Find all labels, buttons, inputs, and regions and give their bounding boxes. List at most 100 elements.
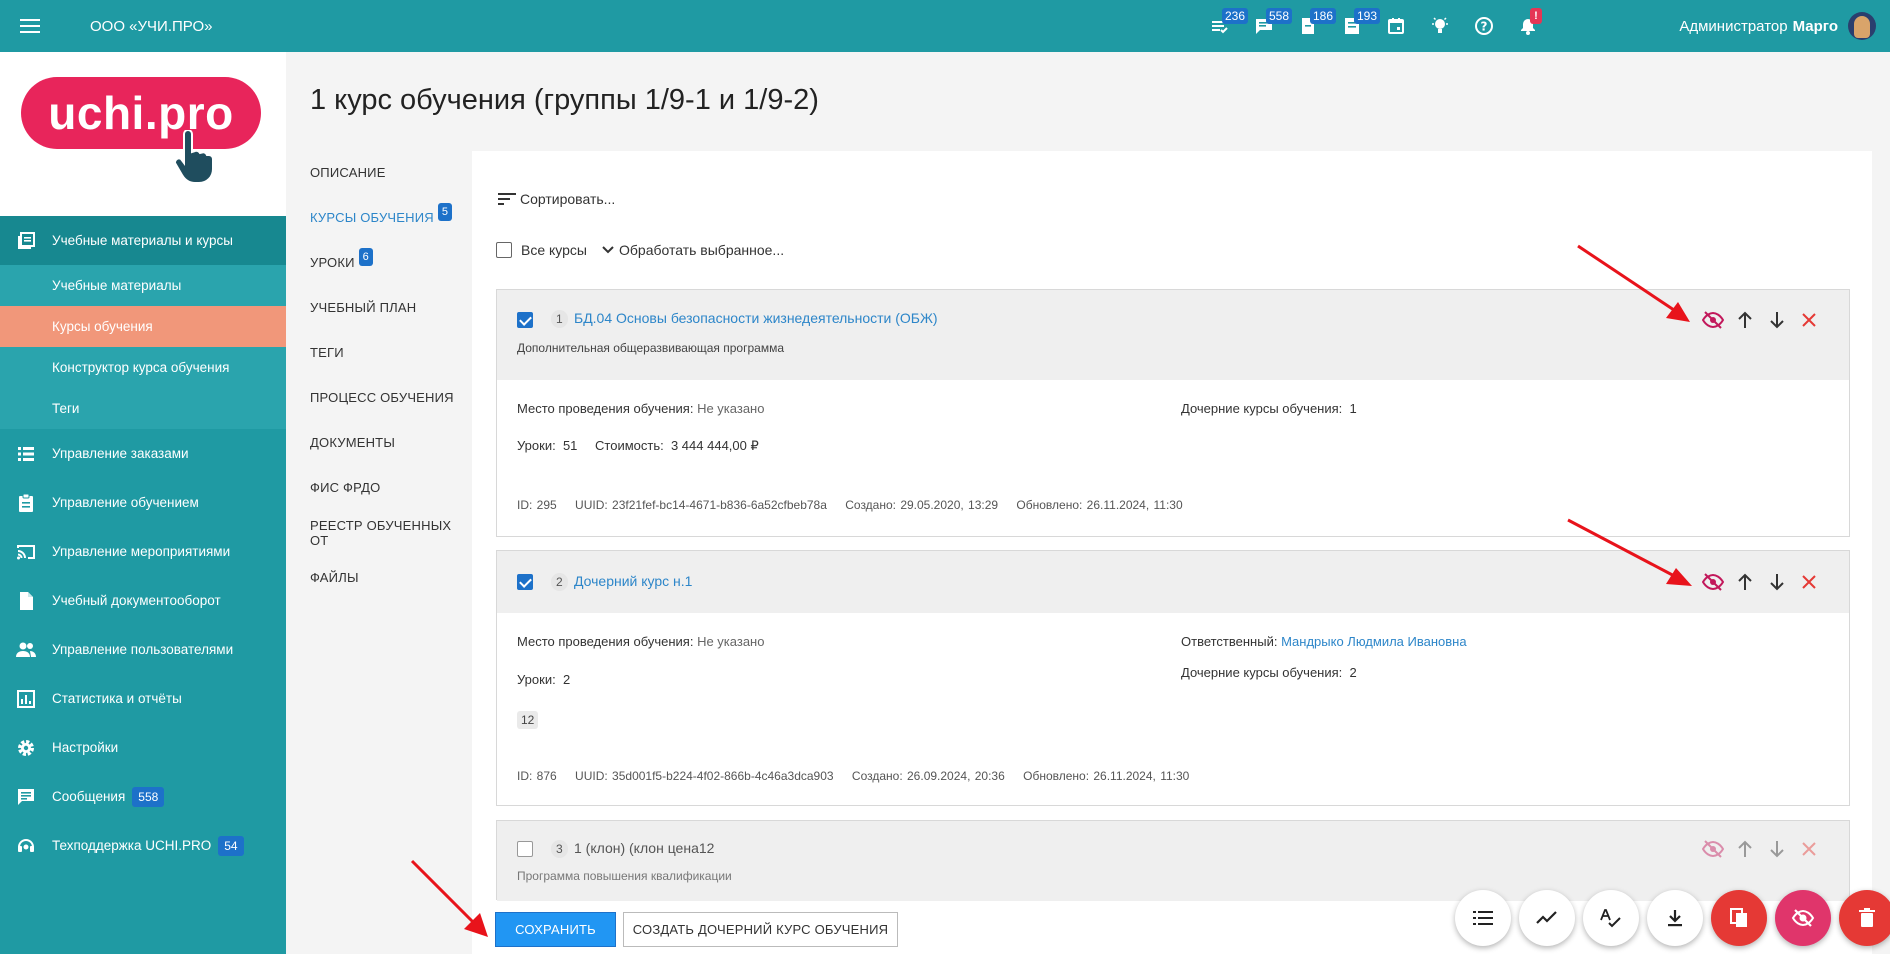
sidebar-item-messages[interactable]: Сообщения 558 [0,772,286,821]
notifications-alert-badge: ! [1530,8,1542,24]
course-checkbox[interactable] [517,312,533,328]
hide-eye-off-icon[interactable] [1697,836,1729,862]
move-up-arrow-icon[interactable] [1729,307,1761,333]
copy-fab[interactable] [1711,890,1767,946]
course-checkbox[interactable] [517,841,533,857]
move-up-arrow-icon[interactable] [1729,569,1761,595]
sort-label: Сортировать... [520,191,616,207]
tasks-list-icon[interactable]: 236 [1198,0,1249,52]
spellcheck-icon [1600,909,1621,928]
tab-documents[interactable]: ДОКУМЕНТЫ [310,420,470,465]
move-down-arrow-icon[interactable] [1761,569,1793,595]
responsible-link[interactable]: Мандрыко Людмила Ивановна [1281,634,1467,649]
course-card-header: 2 Дочерний курс н.1 [497,551,1849,613]
create-child-course-button[interactable]: СОЗДАТЬ ДОЧЕРНИЙ КУРС ОБУЧЕНИЯ [623,912,898,947]
lightbulb-icon[interactable] [1418,0,1462,52]
orders-icon[interactable]: 193 [1330,0,1381,52]
bulk-toolbar: Все курсы Обработать выбранное... [496,242,784,258]
users-icon [0,640,52,660]
save-button[interactable]: СОХРАНИТЬ [495,912,616,947]
sidebar-item-documents[interactable]: Учебный документооборот [0,576,286,625]
course-checkbox[interactable] [517,574,533,590]
trend-fab[interactable] [1519,890,1575,946]
meta-id: ID: 876 [517,769,557,783]
course-subtitle: Дополнительная общеразвивающая программа [517,341,784,355]
meta-created: Создано: 29.05.2020, 13:29 [845,498,999,512]
sidebar-subitem-tags[interactable]: Теги [0,388,286,429]
sort-button[interactable]: Сортировать... [498,191,615,207]
sidebar-item-label: Управление обучением [52,495,199,510]
calendar-icon[interactable] [1374,0,1418,52]
hide-eye-off-icon[interactable] [1697,569,1729,595]
tab-files[interactable]: ФАЙЛЫ [310,555,470,600]
children-value: 1 [1349,401,1357,416]
tab-fis-frdo[interactable]: ФИС ФРДО [310,465,470,510]
sidebar-subitem-course-builder[interactable]: Конструктор курса обучения [0,347,286,388]
tab-learning-process[interactable]: ПРОЦЕСС ОБУЧЕНИЯ [310,375,470,420]
sidebar-item-orders[interactable]: Управление заказами [0,429,286,478]
spellcheck-fab[interactable] [1583,890,1639,946]
move-down-arrow-icon[interactable] [1761,836,1793,862]
sidebar-subitem-courses[interactable]: Курсы обучения [0,306,286,347]
close-remove-icon[interactable] [1793,307,1825,333]
sidebar-item-settings[interactable]: Настройки [0,723,286,772]
course-place: Место проведения обучения: Не указано [517,401,764,416]
close-remove-icon[interactable] [1793,836,1825,862]
tab-label: ПРОЦЕСС ОБУЧЕНИЯ [310,390,454,405]
process-selected-dropdown[interactable]: Обработать выбранное... [601,242,784,258]
logo[interactable]: uchi.pro [0,52,286,216]
courses-panel: Сортировать... Все курсы Обработать выбр… [472,151,1872,954]
documents-icon[interactable]: 186 [1286,0,1337,52]
gear-icon [0,738,52,758]
tab-tags[interactable]: ТЕГИ [310,330,470,375]
children-label: Дочерние курсы обучения: [1181,665,1343,680]
tab-courses[interactable]: КУРСЫ ОБУЧЕНИЯ 5 [310,195,470,240]
delete-fab[interactable] [1839,890,1890,946]
support-count-badge: 54 [218,835,244,856]
sidebar-item-users[interactable]: Управление пользователями [0,625,286,674]
children-value: 2 [1349,665,1357,680]
sidebar-item-support[interactable]: Техподдержка UCHI.PRO 54 [0,821,286,870]
sidebar-item-learning[interactable]: Управление обучением [0,478,286,527]
hide-eye-off-icon[interactable] [1697,307,1729,333]
sidebar-item-materials-courses[interactable]: Учебные материалы и курсы [0,216,286,265]
messages-icon[interactable]: 558 [1242,0,1293,52]
course-meta: ID: 295 UUID: 23f21fef-bc14-4671-b836-6a… [517,498,1197,512]
course-card: 1 БД.04 Основы безопасности жизнедеятель… [496,289,1850,537]
responsible-label: Ответственный: [1181,634,1278,649]
sidebar-item-stats[interactable]: Статистика и отчёты [0,674,286,723]
download-fab[interactable] [1647,890,1703,946]
eye-off-icon [1791,909,1815,927]
user-name: Марго [1792,17,1838,35]
top-bar: ООО «УЧИ.ПРО» 236 558 186 193 ? ! Админи… [0,0,1890,52]
notifications-bell-icon[interactable]: ! [1506,0,1550,52]
lessons-label: Уроки: [517,672,556,687]
tab-trained-registry[interactable]: РЕЕСТР ОБУЧЕННЫХ ОТ [310,510,470,555]
sidebar-item-label: Техподдержка UCHI.PRO [52,838,212,853]
course-title-link[interactable]: Дочерний курс н.1 [574,573,692,589]
move-down-arrow-icon[interactable] [1761,307,1793,333]
sidebar-item-events[interactable]: Управление мероприятиями [0,527,286,576]
hide-fab[interactable] [1775,890,1831,946]
hamburger-menu-icon[interactable] [0,0,60,52]
list-icon [0,444,52,464]
course-title-link[interactable]: БД.04 Основы безопасности жизнедеятельно… [574,310,938,326]
avatar[interactable] [1848,12,1876,40]
sidebar-item-label: Управление пользователями [52,642,234,657]
list-view-fab[interactable] [1455,890,1511,946]
select-all-checkbox[interactable] [496,242,512,258]
course-title[interactable]: 1 (клон) (клон цена12 [574,840,714,856]
help-icon[interactable]: ? [1462,0,1506,52]
close-remove-icon[interactable] [1793,569,1825,595]
tab-curriculum[interactable]: УЧЕБНЫЙ ПЛАН [310,285,470,330]
course-number: 1 [551,310,568,328]
meta-created: Создано: 26.09.2024, 20:36 [851,769,1005,783]
tab-lessons[interactable]: УРОКИ 6 [310,240,470,285]
tab-description[interactable]: ОПИСАНИЕ [310,150,470,195]
user-menu[interactable]: Администратор Марго [1679,0,1890,52]
cost-label: Стоимость: [595,438,664,453]
move-up-arrow-icon[interactable] [1729,836,1761,862]
sidebar-subitem-materials[interactable]: Учебные материалы [0,265,286,306]
organization-name[interactable]: ООО «УЧИ.ПРО» [90,18,212,35]
select-all-label: Все курсы [521,242,587,258]
